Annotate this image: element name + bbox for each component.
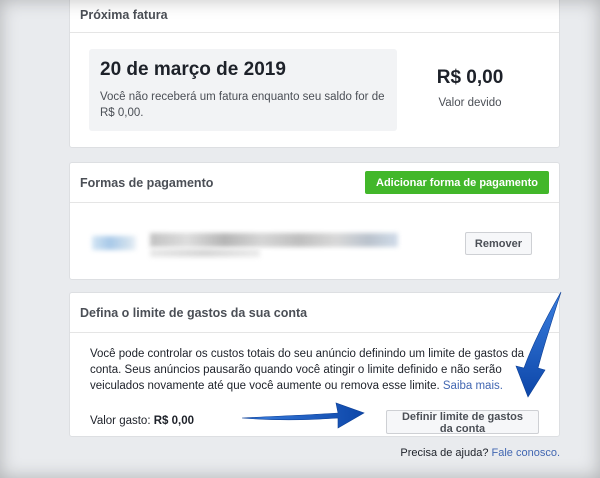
amount-spent-value: R$ 0,00	[153, 415, 194, 427]
blurred-card-subtext	[150, 249, 260, 257]
contact-us-link[interactable]: Fale conosco.	[492, 447, 560, 459]
invoice-date-box: 20 de março de 2019 Você não receberá um…	[89, 49, 397, 131]
invoice-date: 20 de março de 2019	[100, 59, 286, 80]
spending-limit-description: Você pode controlar os custos totais do …	[90, 346, 539, 394]
payment-methods-title: Formas de pagamento	[80, 175, 214, 190]
spending-limit-card: Defina o limite de gastos da sua conta V…	[69, 292, 560, 437]
amount-due-block: R$ 0,00 Valor devido	[418, 67, 522, 109]
add-payment-method-button[interactable]: Adicionar forma de pagamento	[365, 171, 549, 194]
next-invoice-header: Próxima fatura	[70, 0, 559, 33]
remove-payment-button[interactable]: Remover	[464, 232, 532, 255]
blurred-card-details	[150, 233, 398, 247]
payment-methods-header: Formas de pagamento Adicionar forma de p…	[70, 163, 559, 203]
invoice-note: Você não receberá um fatura enquanto seu…	[100, 91, 385, 119]
amount-spent: Valor gasto: R$ 0,00	[90, 415, 194, 427]
next-invoice-card: Próxima fatura 20 de março de 2019 Você …	[69, 0, 560, 148]
amount-due-label: Valor devido	[438, 97, 502, 109]
blurred-card-icon	[92, 236, 136, 250]
payment-method-row: Remover	[70, 203, 559, 279]
help-question: Precisa de ajuda?	[400, 447, 489, 459]
next-invoice-title: Próxima fatura	[80, 7, 168, 22]
help-footer: Precisa de ajuda? Fale conosco.	[400, 447, 560, 459]
spending-limit-body: Você pode controlar os custos totais do …	[70, 333, 559, 438]
set-spending-limit-button[interactable]: Definir limite de gastos da conta	[386, 410, 539, 435]
spending-limit-header: Defina o limite de gastos da sua conta	[70, 293, 559, 333]
amount-spent-label: Valor gasto:	[90, 415, 151, 427]
payment-methods-card: Formas de pagamento Adicionar forma de p…	[69, 162, 560, 280]
amount-due-value: R$ 0,00	[436, 67, 504, 88]
learn-more-link[interactable]: Saiba mais.	[443, 380, 503, 392]
amount-spent-row: Valor gasto: R$ 0,00 Definir limite de g…	[90, 394, 539, 438]
spending-limit-title: Defina o limite de gastos da sua conta	[80, 305, 308, 320]
